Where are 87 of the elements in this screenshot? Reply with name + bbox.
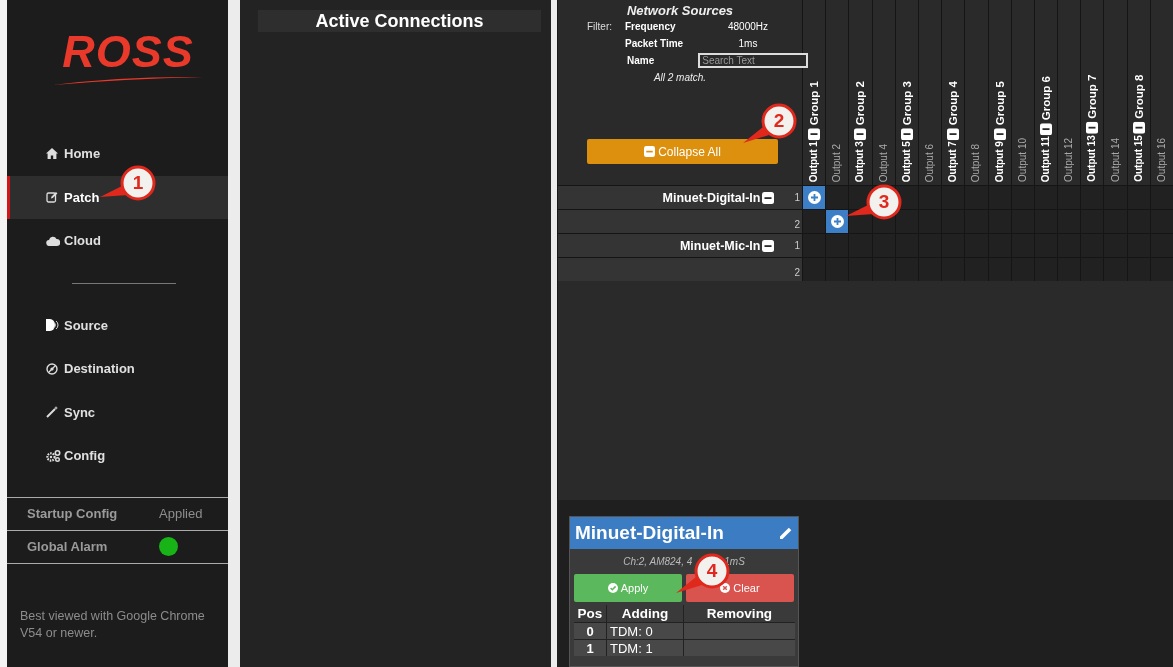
table-cell: 1 [574,639,607,656]
crosspoint-cell[interactable] [848,233,872,257]
output-label: Output 1 [807,140,821,182]
filter-heading: Filter: [586,21,612,34]
plus-circle-icon [807,191,821,204]
group-label: Group 5 [992,80,1007,125]
output-label: Output 3 [853,140,867,182]
channel-number: 1 [794,240,800,251]
filter-label: Frequency [625,21,677,32]
stream-info: Ch:2, AM824, 4 [623,556,693,567]
minus-icon[interactable] [762,239,775,252]
plus-circle-icon [830,215,844,228]
output-label: Output 9 [992,140,1006,182]
group-label: Group 4 [946,80,961,125]
minus-icon [644,146,656,157]
filter-label: Packet Time [625,38,685,49]
minus-icon[interactable] [762,191,775,204]
output-label: Output 12 [1062,138,1076,182]
crosspoint-cell[interactable] [825,233,849,257]
nav-item[interactable]: Cloud [7,219,228,263]
crosspoint-cell[interactable] [802,209,826,233]
channel-number: 2 [793,219,800,230]
crosspoint-cell[interactable] [825,185,849,209]
disc-icon [46,362,58,375]
channel-number: 1 [794,192,800,203]
output-label: Output 8 [969,143,983,182]
speaker-icon [46,319,60,332]
filter-value: 48000Hz [727,21,769,32]
search-field[interactable]: Search Text [698,53,809,68]
group-label: Group 7 [1085,75,1100,120]
filter-value: 1ms [737,38,759,49]
crosspoint-cell[interactable] [802,233,826,257]
minus-icon[interactable] [900,127,913,140]
status-label: Global Alarm [27,539,109,554]
edit-icon [46,191,58,204]
nav-item[interactable]: Destination [7,347,228,391]
group-label: Group 2 [853,80,868,125]
nav-item[interactable]: Config [7,434,228,478]
group-label: Group 8 [1131,75,1146,120]
output-label: Output 6 [923,143,937,182]
table-cell: 0 [574,622,607,640]
match-count: All 2 match. [652,72,708,83]
source-name: Minuet-Mic-In [679,238,761,253]
cogs-icon [46,449,61,462]
ross-logo: ROSS [42,28,214,90]
output-label: Output 15 [1131,135,1145,182]
output-label: Output 10 [1015,138,1029,182]
nav-item[interactable]: Sync [7,390,228,434]
source-name: Minuet-Digital-In [662,190,761,205]
check-circle-icon [607,583,618,593]
minus-icon[interactable] [854,127,867,140]
section-title: Network Sources [625,3,735,18]
group-label: Group 6 [1038,75,1053,120]
browser-note: Best viewed with Google Chrome V54 or newer. [20,607,206,642]
output-label: Output 7 [946,140,960,182]
nav-item[interactable]: Source [7,303,228,347]
column-header: Pos [574,605,607,623]
output-label: Output 16 [1154,138,1168,182]
wand-icon [46,406,59,419]
crosspoint-cell[interactable] [802,257,826,281]
card-title: Minuet-Digital-In [575,522,724,544]
cloud-icon [46,235,60,246]
minus-icon[interactable] [1132,122,1145,135]
output-label: Output 13 [1085,135,1099,182]
status-label: Startup Config [27,506,119,521]
output-label: Output 14 [1108,138,1122,182]
output-label: Output 5 [899,140,913,182]
status-value: Applied [159,506,203,521]
minus-icon[interactable] [1086,122,1099,135]
minus-icon[interactable] [947,127,960,140]
output-label: Output 2 [830,143,844,182]
table-cell: TDM: 0 [606,622,684,640]
pencil-icon[interactable] [779,526,793,540]
output-label: Output 11 [1038,135,1052,182]
channel-number: 2 [793,267,800,278]
panel-title: Active Connections [258,10,541,32]
table-cell: TDM: 1 [606,639,684,656]
home-icon [46,148,58,160]
minus-icon[interactable] [1039,122,1052,135]
output-label: Output 4 [876,143,890,182]
minus-icon[interactable] [808,127,821,140]
filter-label: Name [627,55,655,68]
crosspoint-connected[interactable] [803,186,826,209]
group-label: Group 3 [899,80,914,125]
crosspoint-connected[interactable] [826,210,849,233]
minus-icon[interactable] [993,127,1006,140]
group-label: Group 1 [807,80,822,125]
